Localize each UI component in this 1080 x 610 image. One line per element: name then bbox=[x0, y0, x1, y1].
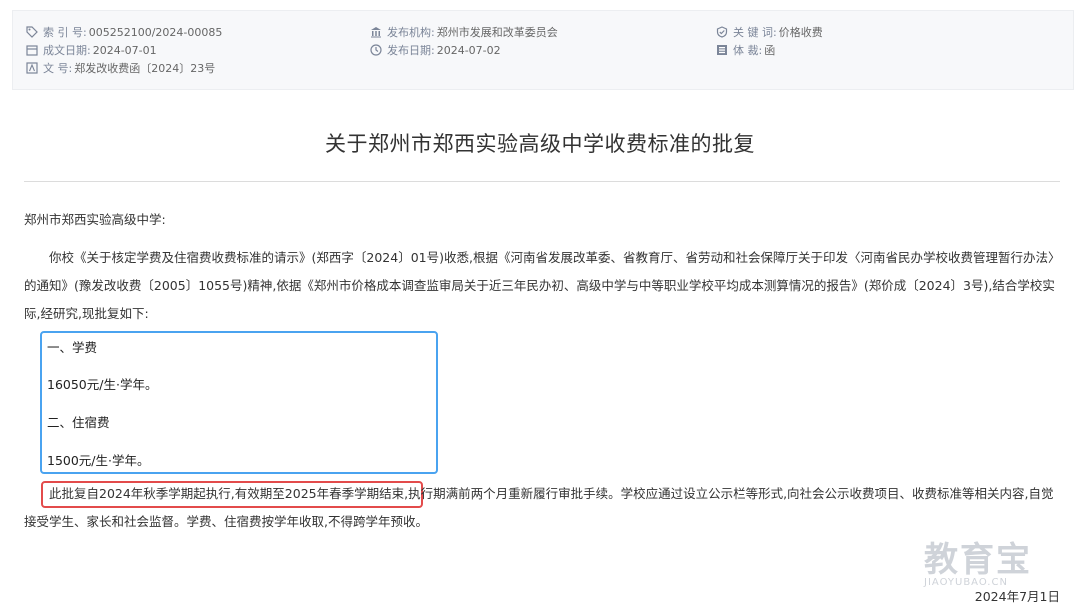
meta-genre-value: 函 bbox=[764, 44, 776, 57]
document-date: 2024年7月1日 bbox=[974, 589, 1060, 604]
meta-keyword: 关 键 词: 价格收费 bbox=[715, 24, 823, 40]
meta-genre: 体 裁: 函 bbox=[715, 42, 775, 58]
meta-docno: 文 号: 郑发改收费函〔2024〕23号 bbox=[25, 60, 215, 76]
meta-org: 发布机构: 郑州市发展和改革委员会 bbox=[369, 24, 558, 40]
meta-created: 成文日期: 2024-07-01 bbox=[25, 42, 157, 58]
meta-keyword-value: 价格收费 bbox=[778, 26, 823, 39]
tag-icon bbox=[25, 25, 39, 39]
paragraph-validity: 此批复自2024年秋季学期起执行,有效期至2025年春季学期结束,执行期满前两个… bbox=[24, 480, 1064, 536]
meta-org-label: 发布机构: bbox=[387, 26, 435, 39]
title-divider bbox=[24, 181, 1060, 182]
check-shield-icon bbox=[715, 25, 729, 39]
meta-published: 发布日期: 2024-07-02 bbox=[369, 42, 501, 58]
meta-index: 索 引 号: 005252100/2024-00085 bbox=[25, 24, 222, 40]
meta-genre-label: 体 裁: bbox=[733, 44, 763, 57]
validity-highlight-text: 此批复自2024年秋季学期起执行,有效期至2025年春季学期结束, bbox=[49, 486, 409, 501]
meta-keyword-label: 关 键 词: bbox=[733, 26, 777, 39]
meta-published-value: 2024-07-02 bbox=[436, 43, 501, 57]
paragraph-request: 你校《关于核定学费及住宿费收费标准的请示》(郑西字〔2024〕01号)收悉,根据… bbox=[24, 250, 1061, 321]
clock-icon bbox=[369, 43, 383, 57]
item-tuition-value: 16050元/生·学年。 bbox=[47, 377, 158, 392]
calendar-icon bbox=[25, 43, 39, 57]
document-number-icon bbox=[25, 61, 39, 75]
watermark-main-text: 教育宝 bbox=[924, 540, 1032, 580]
meta-org-value: 郑州市发展和改革委员会 bbox=[436, 26, 558, 39]
item-tuition-heading: 一、学费 bbox=[47, 340, 98, 355]
genre-icon bbox=[715, 43, 729, 57]
meta-docno-label: 文 号: bbox=[43, 62, 73, 75]
item-accommodation-heading: 二、住宿费 bbox=[47, 415, 110, 430]
item-accommodation-value: 1500元/生·学年。 bbox=[47, 453, 150, 468]
meta-docno-value: 郑发改收费函〔2024〕23号 bbox=[74, 62, 216, 75]
meta-published-label: 发布日期: bbox=[387, 44, 435, 57]
institution-icon bbox=[369, 25, 383, 39]
addressee: 郑州市郑西实验高级中学: bbox=[24, 212, 166, 227]
meta-created-label: 成文日期: bbox=[43, 44, 91, 57]
meta-index-label: 索 引 号: bbox=[43, 26, 87, 39]
meta-index-value: 005252100/2024-00085 bbox=[88, 25, 223, 39]
meta-created-value: 2024-07-01 bbox=[92, 43, 157, 57]
document-title: 关于郑州市郑西实验高级中学收费标准的批复 bbox=[325, 132, 755, 156]
watermark-logo: 教育宝 JIAOYUBAO.CN bbox=[924, 532, 1064, 588]
document-metadata-panel: 索 引 号: 005252100/2024-00085 成文日期: 2024-0… bbox=[12, 10, 1074, 90]
